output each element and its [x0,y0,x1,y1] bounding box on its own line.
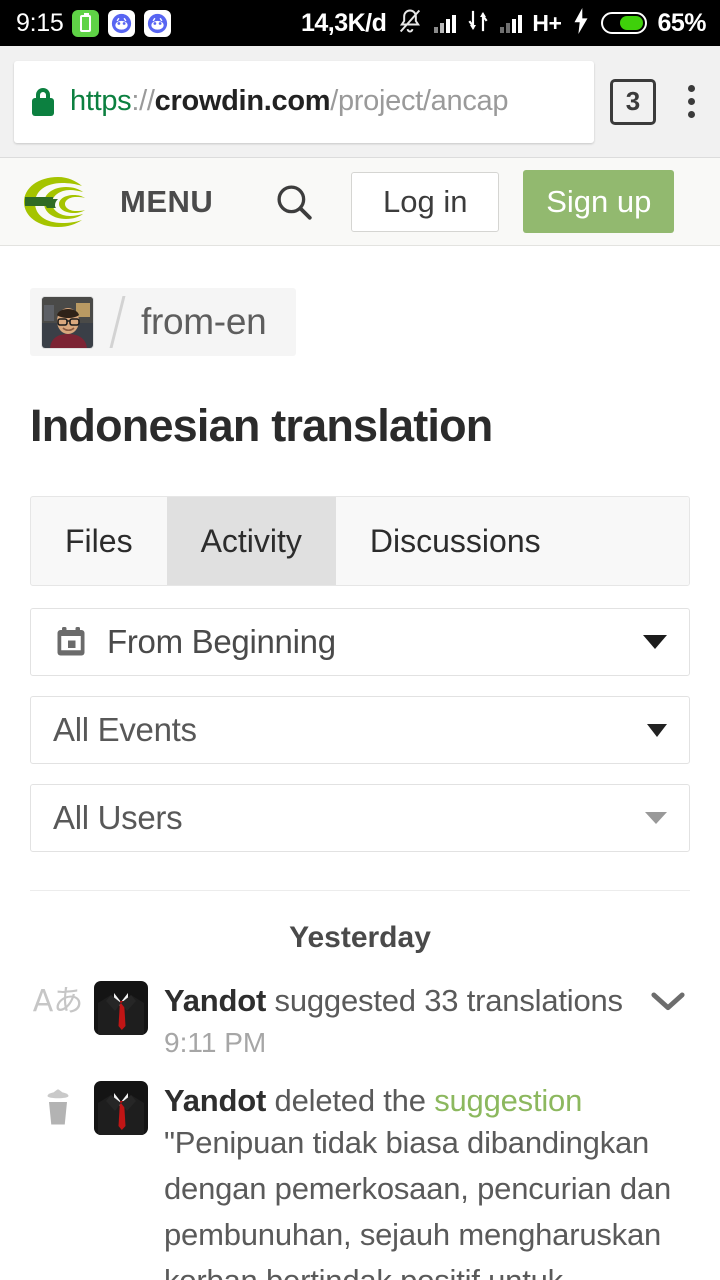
activity-text: Yandot deleted the suggestion [164,1083,582,1118]
breadcrumb[interactable]: from-en [30,288,297,356]
events-filter-label: All Events [53,711,197,748]
activity-action: deleted the [266,1082,435,1118]
list-item-body: Yandot deleted the suggestion "Penipuan … [164,1081,690,1280]
list-item-body: Yandot suggested 33 translations 9:11 PM [164,981,646,1059]
browser-toolbar: https://crowdin.com/project/ancap 3 [0,46,720,158]
login-button[interactable]: Log in [351,171,500,232]
activity-user[interactable]: Yandot [164,983,266,1018]
data-transfer-icon [466,9,490,38]
signal-icon [500,13,523,33]
tab-activity[interactable]: Activity [166,497,336,585]
battery-icon [601,12,648,34]
tab-bar: Files Activity Discussions [30,496,690,586]
url-text: https://crowdin.com/project/ancap [70,85,509,118]
page-content: from-en Indonesian translation Files Act… [0,246,720,1280]
site-header: MENU Log in Sign up [0,158,720,246]
url-path: /project/ancap [330,85,509,117]
activity-user[interactable]: Yandot [164,1083,266,1118]
tab-files[interactable]: Files [31,497,167,585]
users-filter-label: All Users [53,799,183,836]
translate-icon: Aあ [30,981,86,1017]
discord-icon [108,9,136,37]
menu-button[interactable]: MENU [120,184,213,220]
status-clock: 9:15 [16,8,64,37]
status-bar-right: 14,3K/d H+ 65% [301,7,706,40]
list-item[interactable]: Aあ Yandot suggested 33 translations 9:11… [30,981,690,1059]
events-filter-select[interactable]: All Events [30,696,690,764]
calendar-icon [53,624,89,660]
users-filter-select[interactable]: All Users [30,784,690,852]
data-rate-label: 14,3K/d [300,8,387,37]
activity-timestamp: 9:11 PM [164,1026,267,1058]
url-host: crowdin.com [154,85,331,117]
bell-muted-icon [396,7,424,40]
tab-discussions[interactable]: Discussions [336,497,575,585]
crowdin-logo[interactable] [22,175,96,229]
battery-percent-label: 65% [657,8,706,37]
list-item[interactable]: Yandot deleted the suggestion "Penipuan … [30,1080,690,1280]
avatar [94,981,148,1035]
discord-icon [144,9,172,37]
url-separator: :// [131,85,155,117]
status-bar-left: 9:15 [16,8,172,38]
breadcrumb-separator [109,296,126,348]
network-type-label: H+ [532,9,562,36]
avatar [94,1080,148,1135]
search-icon[interactable] [273,181,315,223]
activity-feed: Aあ Yandot suggested 33 translations 9:11… [30,981,690,1280]
charging-bolt-icon [571,7,591,39]
activity-action: suggested 33 translations [266,983,624,1018]
activity-quote: "Penipuan tidak biasa dibandingkan denga… [164,1125,672,1280]
feed-day-header: Yesterday [289,921,431,954]
suggestion-link[interactable]: suggestion [434,1083,582,1118]
tab-bar-filler [574,497,689,585]
chevron-down-icon[interactable] [643,635,667,649]
signal-icon [434,13,457,33]
chevron-down-icon[interactable] [645,812,667,824]
battery-app-icon [72,9,100,37]
url-scheme: https [70,85,132,117]
lock-icon [32,87,54,116]
date-filter-label: From Beginning [107,623,336,660]
section-divider [30,890,690,891]
kebab-menu-icon[interactable] [676,85,706,118]
page-title: Indonesian translation [30,400,493,451]
translate-icon-glyph: Aあ [32,984,84,1019]
date-filter-select[interactable]: From Beginning [30,608,690,676]
trash-icon [30,1081,86,1129]
activity-text: Yandot suggested 33 translations [164,983,623,1018]
chevron-down-icon[interactable] [646,981,690,1013]
status-bar: 9:15 14,3K/d H+ 65% [0,0,720,46]
chevron-down-icon[interactable] [647,723,667,737]
url-bar[interactable]: https://crowdin.com/project/ancap [14,60,594,143]
breadcrumb-project-name[interactable]: from-en [141,301,267,343]
avatar [41,295,94,349]
signup-button[interactable]: Sign up [523,170,675,233]
tab-count-button[interactable]: 3 [610,78,656,125]
